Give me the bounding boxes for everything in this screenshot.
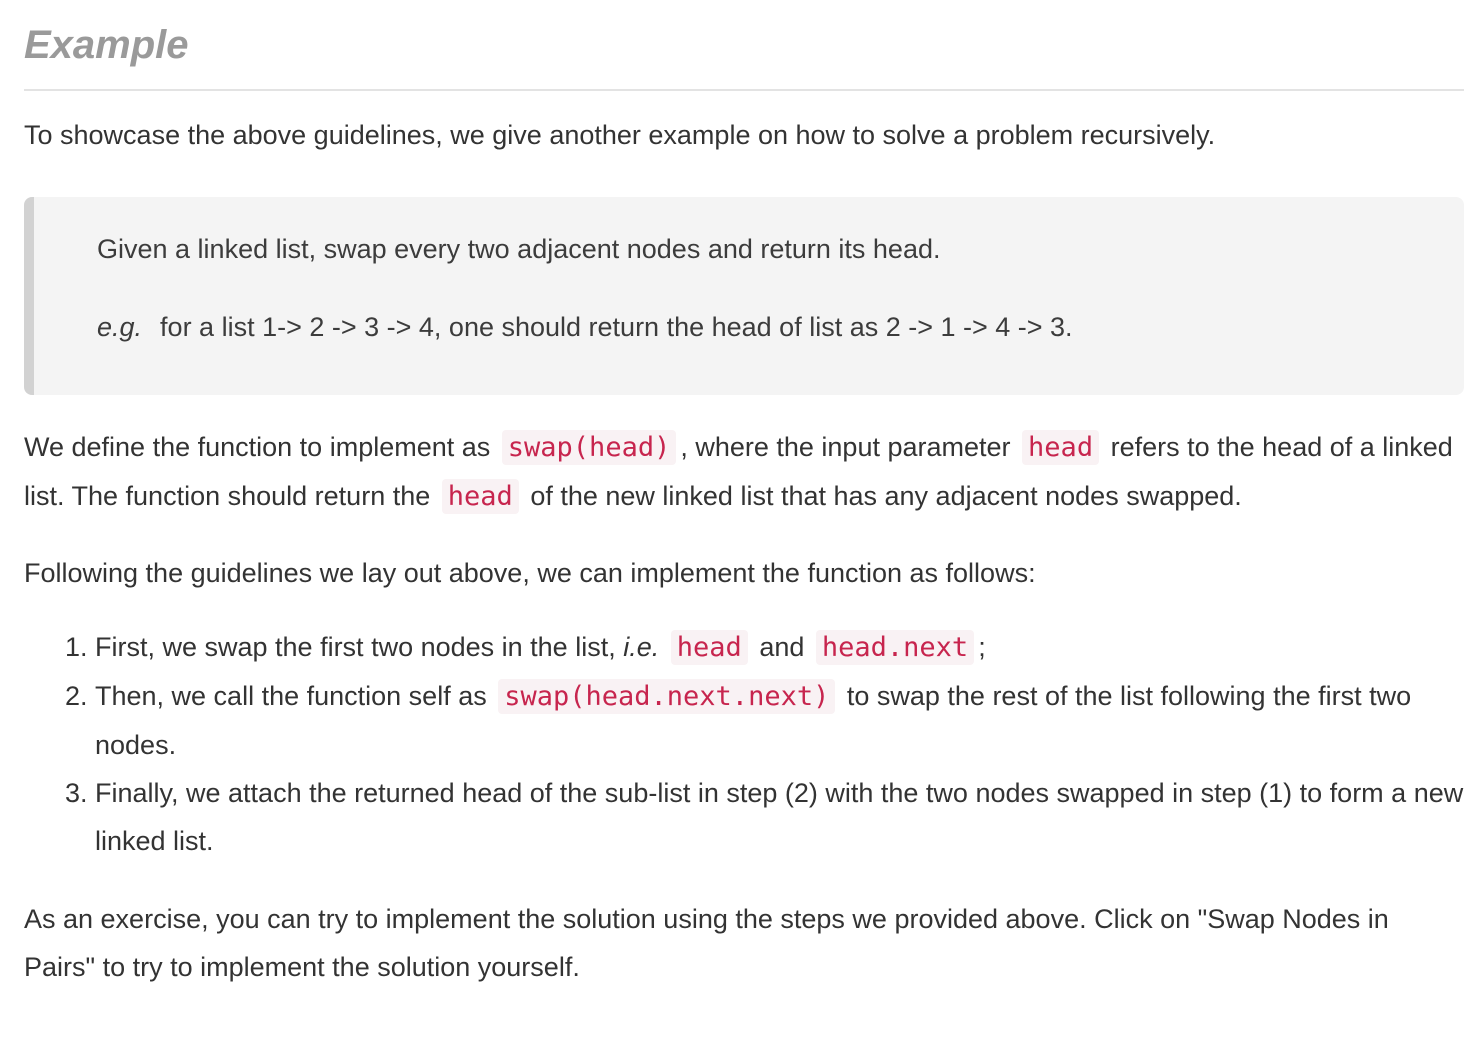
example-text: for a list 1-> 2 -> 3 -> 4, one should r…	[160, 312, 1073, 342]
definition-paragraph: We define the function to implement as s…	[24, 423, 1464, 521]
problem-blockquote: Given a linked list, swap every two adja…	[24, 197, 1464, 395]
step-text: Then, we call the function self as	[95, 681, 487, 711]
definition-text-2: , where the input parameter	[680, 432, 1011, 462]
inline-code-head-next: head.next	[815, 630, 975, 665]
problem-example: e.g. for a list 1-> 2 -> 3 -> 4, one shou…	[97, 307, 1464, 347]
list-item: Then, we call the function self as swap(…	[95, 672, 1464, 769]
definition-text-4: of the new linked list that has any adja…	[530, 481, 1242, 511]
inline-code-swap-head: swap(head)	[501, 430, 677, 465]
step-text: First, we swap the first two nodes in th…	[95, 632, 616, 662]
step-text: and	[759, 632, 805, 662]
step-text: Finally, we attach the returned head of …	[95, 778, 1464, 856]
inline-code-swap-recursive: swap(head.next.next)	[498, 679, 836, 714]
exercise-paragraph: As an exercise, you can try to implement…	[24, 904, 1389, 982]
problem-statement: Given a linked list, swap every two adja…	[97, 234, 941, 264]
definition-text-1: We define the function to implement as	[24, 432, 491, 462]
inline-code-head: head	[670, 630, 748, 665]
ie-text: i.e.	[623, 632, 660, 662]
list-item: First, we swap the first two nodes in th…	[95, 623, 1464, 672]
following-paragraph: Following the guidelines we lay out abov…	[24, 558, 1036, 588]
article: Example To showcase the above guidelines…	[0, 0, 1482, 1056]
heading-divider	[24, 89, 1464, 91]
example-prefix: e.g.	[97, 312, 143, 342]
list-item: Finally, we attach the returned head of …	[95, 769, 1464, 865]
step-text: ;	[978, 632, 986, 662]
intro-paragraph: To showcase the above guidelines, we giv…	[24, 120, 1216, 150]
section-heading: Example	[24, 23, 189, 67]
inline-code-head: head	[1022, 430, 1100, 465]
inline-code-head: head	[441, 479, 519, 514]
steps-list: First, we swap the first two nodes in th…	[24, 623, 1464, 865]
